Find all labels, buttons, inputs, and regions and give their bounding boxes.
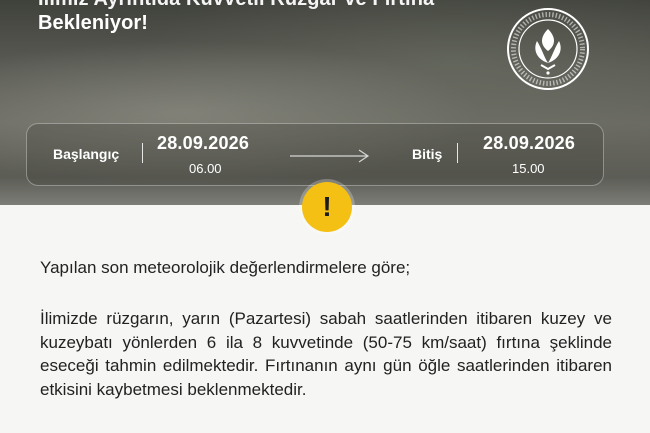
exclamation-icon: ! [302, 182, 352, 232]
start-time: 06.00 [189, 161, 222, 176]
intro-paragraph: Yapılan son meteorolojik değerlendirmele… [40, 258, 411, 277]
page-title-line-1: İlimiz Ayrıntıda Kuvvetli Rüzgâr ve Fırt… [38, 0, 434, 11]
forecast-paragraph: İlimizde rüzgarın, yarın (Pazartesi) sab… [40, 309, 612, 399]
end-divider [457, 143, 458, 163]
end-date: 28.09.2026 [483, 133, 576, 153]
start-date: 28.09.2026 [157, 133, 250, 153]
page-title-line-2: Bekleniyor! [38, 12, 149, 34]
arrow-right-icon [290, 149, 370, 163]
end-time: 15.00 [512, 161, 545, 176]
governorship-seal-logo [507, 8, 589, 90]
start-divider [142, 143, 143, 163]
end-label: Bitiş [412, 146, 443, 162]
alert-symbol: ! [322, 191, 332, 222]
start-label: Başlangıç [53, 146, 120, 162]
